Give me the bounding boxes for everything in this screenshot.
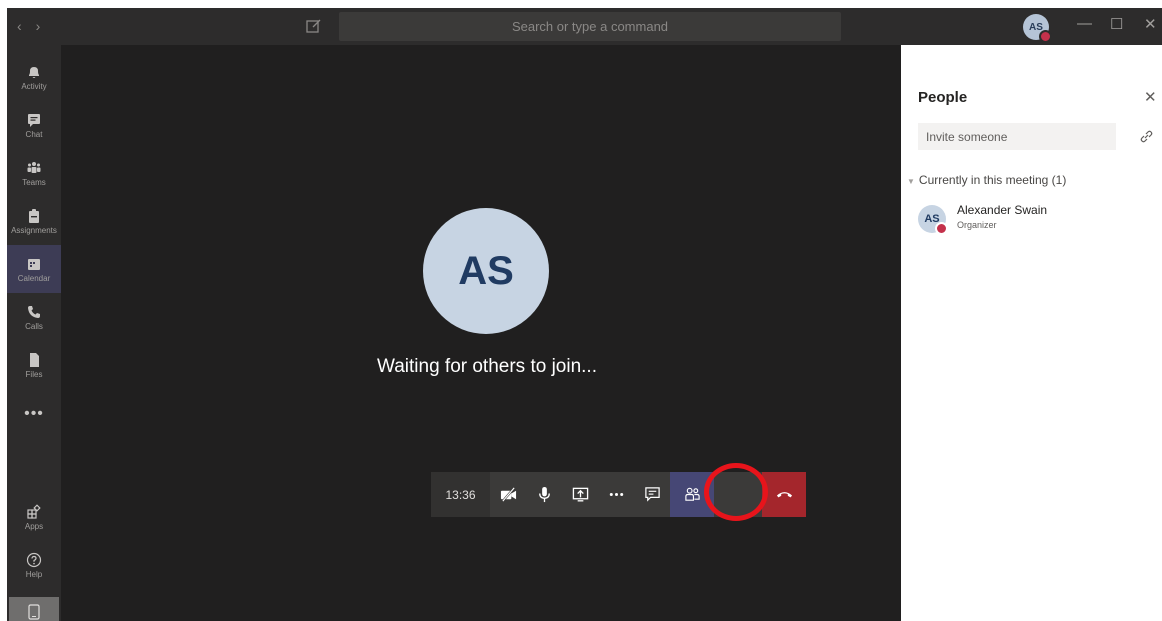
forward-arrow-icon[interactable]: › — [36, 18, 41, 34]
bell-icon — [29, 66, 39, 78]
people-panel: People ✕ Invite someone ▼ Currently in th… — [901, 45, 1162, 621]
rail-item-apps[interactable]: Apps — [7, 493, 61, 541]
assignments-icon — [29, 208, 39, 223]
user-avatar[interactable]: AS — [1023, 14, 1052, 43]
copy-link-icon[interactable] — [1139, 129, 1154, 144]
help-icon — [26, 552, 42, 567]
video-off-icon — [500, 487, 516, 502]
participant-role: Organizer — [957, 220, 997, 230]
collapse-caret-icon: ▼ — [907, 177, 915, 186]
more-dots-icon — [609, 492, 623, 497]
apps-icon — [27, 503, 41, 519]
maximize-button[interactable]: ☐ — [1110, 15, 1123, 33]
rail-item-assignments[interactable]: Assignments — [7, 197, 61, 245]
microphone-icon — [538, 486, 550, 503]
rail-item-chat[interactable]: Chat — [7, 101, 61, 149]
annotation-highlight-circle — [704, 463, 768, 521]
hang-up-icon — [776, 492, 792, 498]
back-arrow-icon[interactable]: ‹ — [17, 18, 22, 34]
device-button[interactable] — [9, 597, 59, 621]
rail-label: Files — [25, 369, 43, 379]
participant-name[interactable]: Alexander Swain — [957, 203, 1047, 217]
close-panel-icon[interactable]: ✕ — [1144, 88, 1157, 106]
close-window-button[interactable]: ✕ — [1144, 15, 1157, 33]
chat-bubble-icon — [644, 487, 660, 502]
phone-icon — [28, 305, 40, 318]
share-screen-icon — [572, 487, 588, 502]
rail-label: Apps — [24, 521, 44, 531]
camera-off-button[interactable] — [490, 472, 526, 517]
meeting-participants-section[interactable]: ▼ Currently in this meeting (1) — [907, 173, 1066, 187]
invite-someone-input[interactable]: Invite someone — [918, 123, 1116, 150]
meeting-avatar: AS — [423, 208, 549, 334]
search-input[interactable]: Search or type a command — [339, 12, 841, 41]
rail-label: Activity — [21, 81, 47, 91]
app-rail: Activity Chat Teams Assignments Calendar… — [7, 45, 61, 621]
rail-item-calendar[interactable]: Calendar — [7, 245, 61, 293]
participant-avatar: AS — [918, 205, 948, 235]
file-icon — [30, 352, 39, 367]
minimize-button[interactable]: — — [1077, 15, 1092, 32]
teams-icon — [27, 161, 41, 173]
call-timer: 13:36 — [431, 472, 490, 517]
people-icon — [684, 487, 700, 501]
share-screen-button[interactable] — [562, 472, 598, 517]
title-bar: ‹ › Search or type a command AS — ☐ ✕ — [7, 8, 1162, 45]
waiting-message: Waiting for others to join... — [376, 356, 597, 377]
rail-item-help[interactable]: Help — [7, 541, 61, 589]
rail-item-teams[interactable]: Teams — [7, 149, 61, 197]
calendar-icon — [28, 258, 40, 270]
rail-label: Chat — [25, 129, 43, 139]
rail-label: Calls — [25, 321, 43, 331]
microphone-button[interactable] — [526, 472, 562, 517]
rail-label: Teams — [22, 177, 46, 187]
more-apps-icon[interactable]: ••• — [7, 405, 61, 423]
more-actions-button[interactable] — [598, 472, 634, 517]
rail-label: Assignments — [11, 225, 57, 235]
section-label: Currently in this meeting (1) — [918, 173, 1067, 187]
show-conversation-button[interactable] — [634, 472, 670, 517]
rail-item-calls[interactable]: Calls — [7, 293, 61, 341]
rail-item-files[interactable]: Files — [7, 341, 61, 389]
presence-busy-icon — [935, 222, 948, 235]
teams-window: ‹ › Search or type a command AS — ☐ ✕ Ac… — [7, 8, 1162, 621]
mobile-device-icon — [28, 604, 40, 620]
rail-label: Calendar — [17, 273, 51, 283]
hang-up-button[interactable] — [762, 472, 806, 517]
nav-arrows: ‹ › — [17, 18, 40, 34]
panel-title: People — [918, 89, 968, 106]
rail-item-activity[interactable]: Activity — [7, 53, 61, 101]
rail-label: Help — [25, 569, 43, 579]
chat-icon — [28, 113, 40, 127]
compose-icon[interactable] — [305, 17, 323, 35]
presence-busy-icon — [1039, 30, 1052, 43]
